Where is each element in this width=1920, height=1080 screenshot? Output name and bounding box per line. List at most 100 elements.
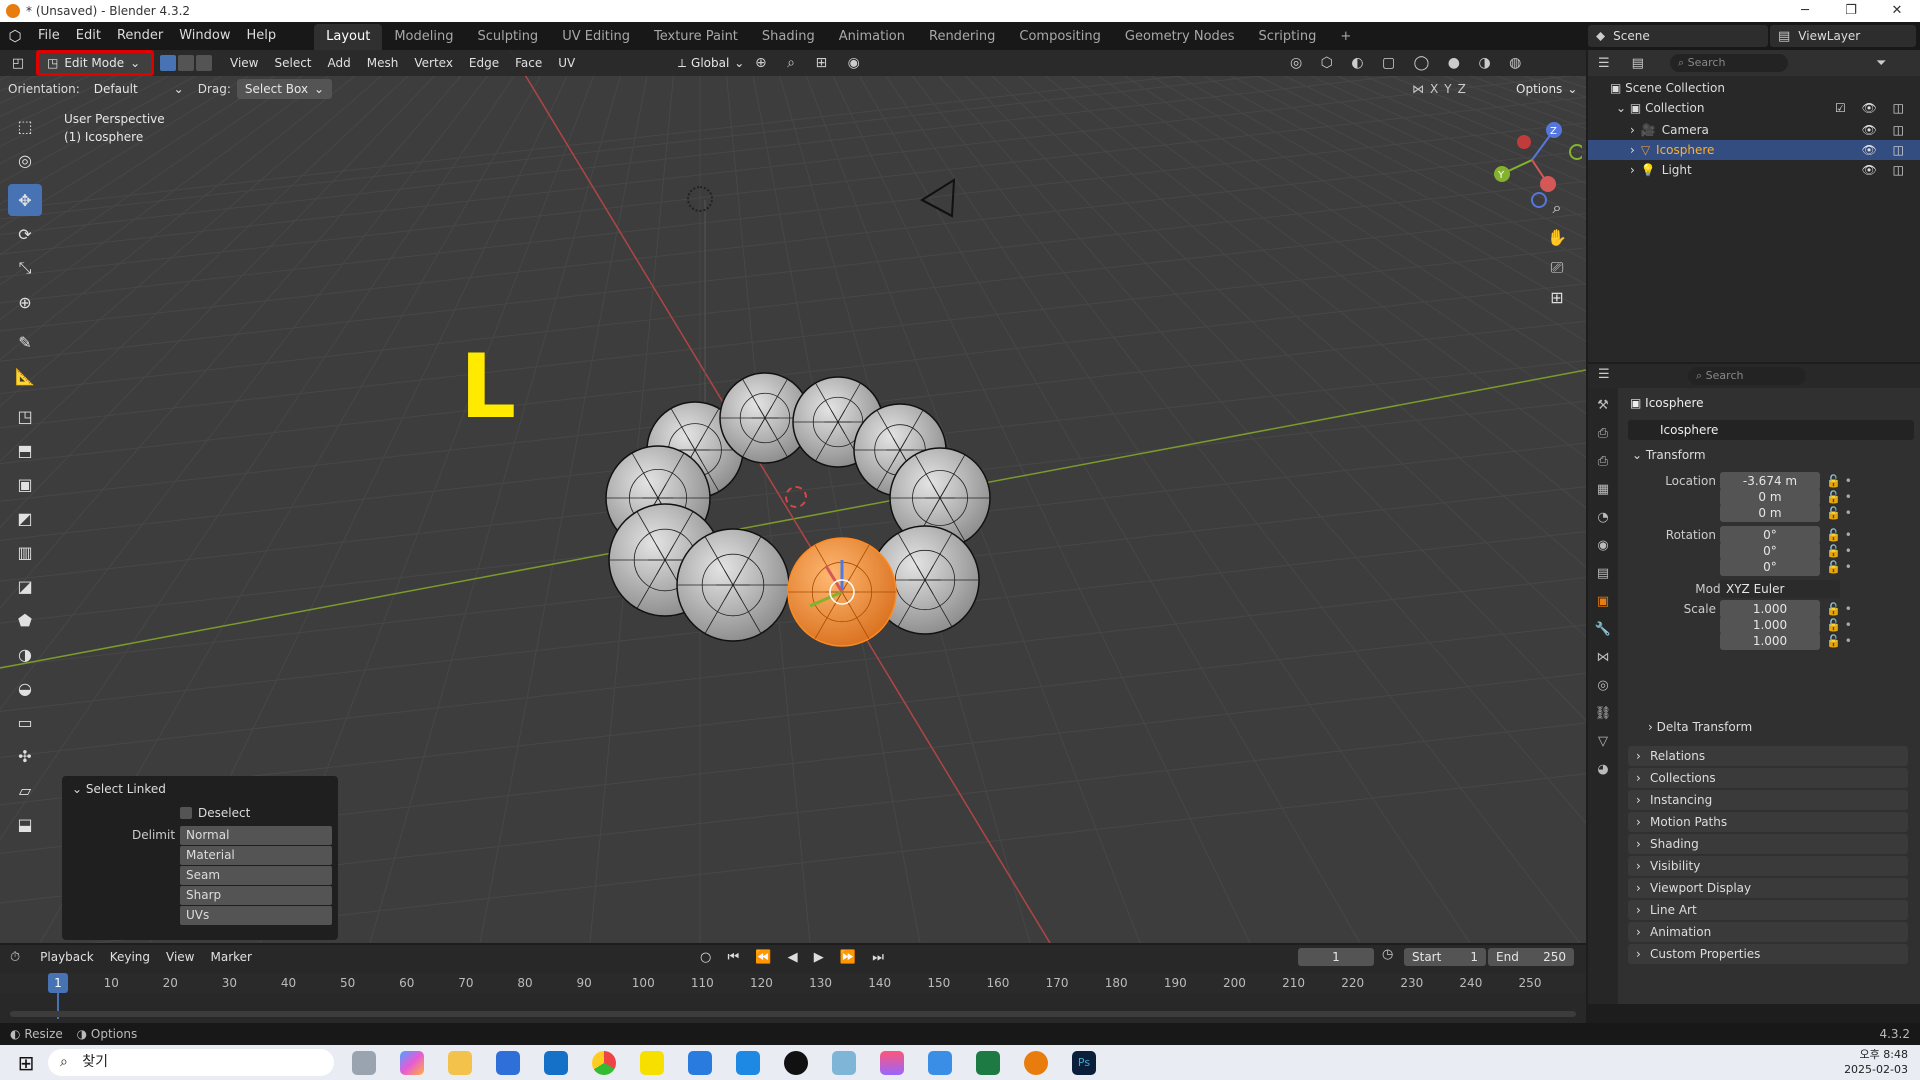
mode-selector[interactable]: ◳ Edit Mode ⌄ — [36, 50, 154, 76]
select-linked-header[interactable]: ⌄ Select Linked — [62, 776, 338, 802]
viewport-menu-add[interactable]: Add — [320, 50, 359, 76]
perspective-grid-icon[interactable]: ⊞ — [1543, 283, 1571, 313]
tab-scripting[interactable]: Scripting — [1247, 24, 1329, 50]
knife-icon[interactable]: ◪ — [8, 570, 42, 602]
tab-modeling[interactable]: Modeling — [382, 24, 465, 50]
lock-icon[interactable]: 🔓 • — [1826, 528, 1852, 542]
delimit-option-normal[interactable]: Normal — [180, 826, 332, 845]
rotation-mode-select[interactable]: XYZ Euler — [1720, 580, 1840, 598]
visibility-icons[interactable]: 👁 ◫ — [1862, 140, 1910, 160]
rotation-z-field[interactable]: 0° — [1720, 558, 1820, 576]
outliner-item-icosphere[interactable]: › ▽ Icosphere 👁 ◫ — [1588, 140, 1920, 160]
visibility-icons[interactable]: 👁 ◫ — [1862, 160, 1910, 180]
light-object[interactable] — [687, 186, 713, 212]
edge-slide-icon[interactable]: ▭ — [8, 706, 42, 738]
add-workspace-button[interactable]: + — [1328, 24, 1363, 50]
editor-type-icon[interactable]: ☰ — [1598, 367, 1610, 382]
select-box-icon[interactable]: ⬚ — [8, 110, 42, 142]
section-line-art[interactable]: › Line Art — [1628, 900, 1908, 920]
current-frame-field[interactable]: 1 — [1298, 948, 1374, 966]
store-icon[interactable] — [496, 1051, 520, 1075]
shear-icon[interactable]: ▱ — [8, 774, 42, 806]
scene-selector[interactable]: ⬥ Scene — [1588, 25, 1768, 47]
lock-icon[interactable]: 🔓 • — [1826, 544, 1852, 558]
maximize-button[interactable]: ❐ — [1828, 0, 1874, 22]
object-name-field[interactable]: Icosphere — [1628, 420, 1914, 440]
excel-icon[interactable] — [976, 1051, 1000, 1075]
section-collections[interactable]: › Collections — [1628, 768, 1908, 788]
timeline-menu-view[interactable]: View — [158, 944, 202, 970]
start-frame-field[interactable]: Start 1 — [1404, 948, 1486, 966]
task-view-icon[interactable] — [352, 1051, 376, 1075]
tab-uv-editing[interactable]: UV Editing — [550, 24, 642, 50]
edge-select-icon[interactable] — [178, 55, 194, 71]
properties-tab-icons[interactable]: ⚒ ⎙ ⎙ ▦ ◔ ◉ ▤ ▣ 🔧 ⋈ ◎ ⛓ ▽ ◕ — [1588, 388, 1618, 784]
orientation-selector[interactable]: Default ⌄ — [86, 79, 192, 99]
windows-start-icon[interactable]: ⊞ — [14, 1051, 38, 1075]
lock-icon[interactable]: 🔓 • — [1826, 506, 1852, 520]
face-select-icon[interactable] — [196, 55, 212, 71]
tab-layout[interactable]: Layout — [314, 24, 383, 50]
viewport-shading-icons[interactable]: ◎ ⬡ ◐ ▢ ◯ ● ◑ ◍ — [1290, 55, 1528, 71]
pan-hand-icon[interactable]: ✋ — [1543, 223, 1571, 253]
visibility-icons[interactable]: 👁 ◫ — [1862, 120, 1910, 140]
lock-icon[interactable]: 🔓 • — [1826, 490, 1852, 504]
extrude-icon[interactable]: ⬒ — [8, 434, 42, 466]
viewport-menu-face[interactable]: Face — [507, 50, 550, 76]
menu-file[interactable]: File — [30, 22, 68, 50]
location-z-field[interactable]: 0 m — [1720, 504, 1820, 522]
lock-icon[interactable]: 🔓 • — [1826, 560, 1852, 574]
section-animation[interactable]: › Animation — [1628, 922, 1908, 942]
editor-type-icon[interactable]: ☰ — [1598, 56, 1610, 71]
loop-cut-icon[interactable]: ▥ — [8, 536, 42, 568]
icosphere-mesh-ring[interactable] — [570, 370, 1020, 710]
tab-shading[interactable]: Shading — [750, 24, 827, 50]
section-visibility[interactable]: › Visibility — [1628, 856, 1908, 876]
app-icon[interactable] — [928, 1051, 952, 1075]
timeline-menu-keying[interactable]: Keying — [102, 944, 158, 970]
lock-icon[interactable]: 🔓 • — [1826, 474, 1852, 488]
photoshop-icon[interactable]: Ps — [1072, 1051, 1096, 1075]
scale-icon[interactable]: ⤡ — [8, 252, 42, 284]
taskbar-clock[interactable]: 오후 8:48 2025-02-03 — [1844, 1047, 1908, 1077]
tab-compositing[interactable]: Compositing — [1007, 24, 1113, 50]
viewport-menu-view[interactable]: View — [222, 50, 266, 76]
deselect-checkbox[interactable]: Deselect — [180, 806, 250, 820]
menu-render[interactable]: Render — [109, 22, 171, 50]
editor-type-icon[interactable]: ◰ — [0, 56, 36, 71]
calculator-icon[interactable] — [688, 1051, 712, 1075]
drag-selector[interactable]: Select Box ⌄ — [236, 79, 333, 99]
icosphere-instance[interactable] — [676, 528, 790, 642]
lock-icon[interactable]: 🔓 • — [1826, 634, 1852, 648]
options-dropdown[interactable]: Options ⌄ — [1508, 79, 1585, 99]
frame-ruler[interactable]: 1 10 20 30 40 50 60 70 80 90 100 110 120 130 140 150 160… — [0, 973, 1586, 1019]
timeline-menu-marker[interactable]: Marker — [202, 944, 259, 970]
shrink-fatten-icon[interactable]: ✣ — [8, 740, 42, 772]
cursor-icon[interactable]: ◎ — [8, 144, 42, 176]
poly-build-icon[interactable]: ⬟ — [8, 604, 42, 636]
vertex-select-icon[interactable] — [160, 55, 176, 71]
vscode-icon[interactable] — [736, 1051, 760, 1075]
tab-geometry-nodes[interactable]: Geometry Nodes — [1113, 24, 1247, 50]
rotate-icon[interactable]: ⟳ — [8, 218, 42, 250]
section-relations[interactable]: › Relations — [1628, 746, 1908, 766]
viewport-menu-mesh[interactable]: Mesh — [359, 50, 407, 76]
properties-search[interactable]: ⌕ Search — [1688, 367, 1806, 385]
tab-animation[interactable]: Animation — [827, 24, 917, 50]
menu-window[interactable]: Window — [171, 22, 238, 50]
viewport-menu-edge[interactable]: Edge — [461, 50, 507, 76]
3d-viewport[interactable]: L ◰ ◳ Edit Mode ⌄ View Select Add Mesh Verte… — [0, 50, 1586, 943]
app-icon[interactable] — [880, 1051, 904, 1075]
kakaotalk-icon[interactable] — [640, 1051, 664, 1075]
section-viewport-display[interactable]: › Viewport Display — [1628, 878, 1908, 898]
move-icon[interactable]: ✥ — [8, 184, 42, 216]
scale-z-field[interactable]: 1.000 — [1720, 632, 1820, 650]
tab-texture-paint[interactable]: Texture Paint — [642, 24, 750, 50]
chrome-icon[interactable] — [592, 1051, 616, 1075]
viewport-menu-uv[interactable]: UV — [550, 50, 583, 76]
section-shading[interactable]: › Shading — [1628, 834, 1908, 854]
filter-icon[interactable]: ⏷ — [1876, 56, 1886, 71]
lock-icon[interactable]: 🔓 • — [1826, 602, 1852, 616]
scene-collection-row[interactable]: ▣ Scene Collection — [1588, 78, 1920, 98]
mirror-x[interactable]: X — [1430, 82, 1438, 96]
